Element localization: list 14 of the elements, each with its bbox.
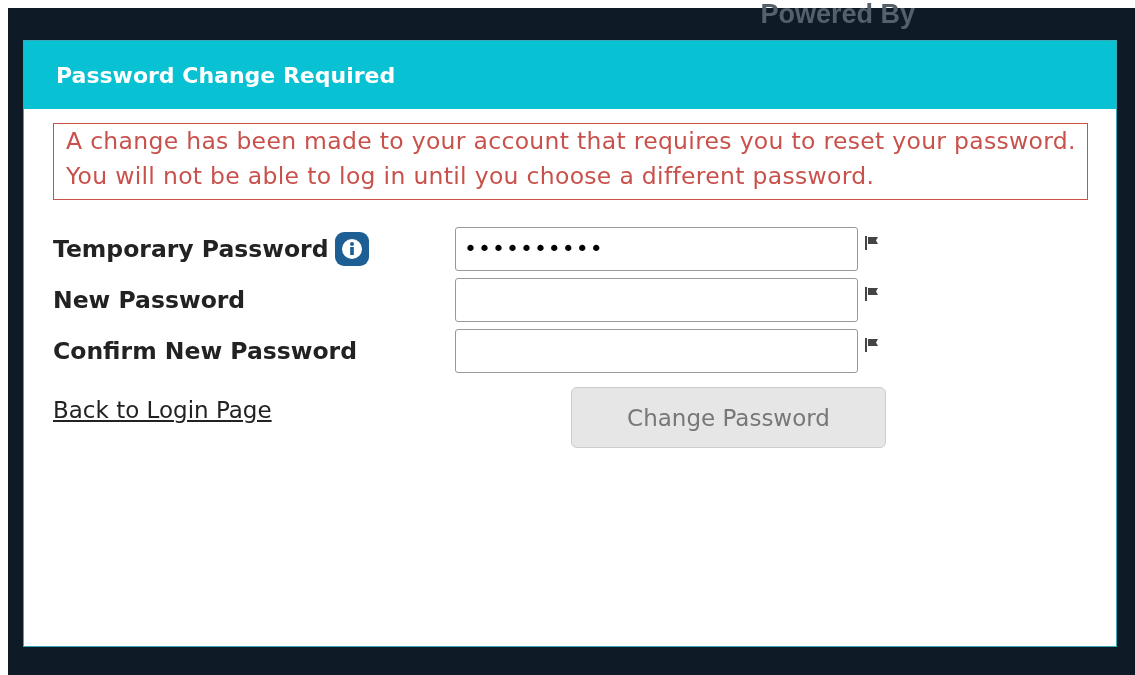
field-label: New Password [53,285,246,314]
dialog-title: Password Change Required [56,62,396,88]
password-field[interactable]: •••••••••• [455,226,858,271]
powered-by-text: Powered By [760,4,915,31]
password-field[interactable] [455,328,858,373]
password-field[interactable] [455,277,858,322]
flag-icon [865,235,879,250]
info-icon[interactable] [334,231,369,266]
alert-message: A change has been made to your account that requires you to reset your password. You will not be able to log in until you choose a different password. [53,123,1088,200]
flag-icon [865,286,879,301]
flag-icon [865,337,879,352]
back-to-login-link[interactable]: Back to Login Page [53,397,571,423]
field-label: Confirm New Password [53,336,357,365]
field-label: Temporary Password [53,234,329,263]
